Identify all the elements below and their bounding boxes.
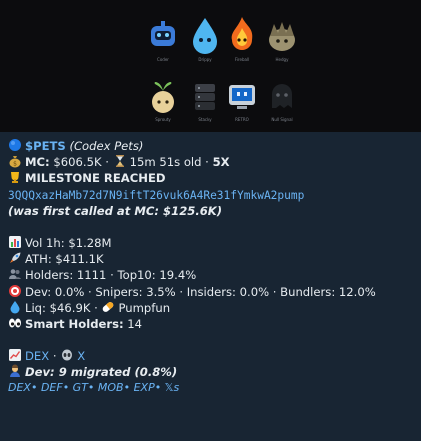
- robot-icon: [143, 16, 183, 56]
- ticker-link[interactable]: $PETS: [25, 139, 66, 153]
- token-age: 15m 51s old: [129, 155, 202, 170]
- pet-label: Fireball: [234, 57, 250, 62]
- pet-label: Hedgy: [275, 57, 289, 62]
- bar-chart-icon: [8, 235, 22, 249]
- money-bag-icon: $: [8, 154, 22, 168]
- volume-text: Vol 1h: $1.28M: [25, 235, 112, 250]
- target-icon: [8, 284, 22, 298]
- dev-migrated-line: Dev: 9 migrated (0.8%): [8, 364, 413, 380]
- ghost-icon: [262, 76, 302, 116]
- pets-banner-image[interactable]: Coder Drippy Fireball Hedgy Sprouty Stac…: [0, 0, 421, 132]
- eyes-icon: [8, 316, 22, 330]
- contract-address[interactable]: 3QQQxazHaMb72d7N9iftT26vuk6A4Re31fYmkwA2…: [8, 189, 304, 202]
- x-link[interactable]: X: [77, 349, 85, 363]
- dex-link[interactable]: DEX: [25, 349, 49, 363]
- pet-label: Drippy: [198, 57, 212, 62]
- multiplier: 5X: [212, 155, 230, 170]
- chart-up-icon: [8, 348, 22, 362]
- smart-holders-value: 14: [127, 316, 143, 331]
- dev-stats-text: Dev: 0.0% · Snipers: 3.5% · Insiders: 0.…: [25, 284, 376, 299]
- developer-icon: [8, 364, 22, 378]
- holders-line: Holders: 1111 · Top10: 19.4%: [8, 267, 413, 283]
- message-bubble: Coder Drippy Fireball Hedgy Sprouty Stac…: [0, 0, 421, 441]
- first-called-line: (was first called at MC: $125.6K): [8, 203, 413, 219]
- token-name: (Codex Pets): [69, 139, 144, 153]
- token-title-line: $PETS (Codex Pets): [8, 138, 413, 154]
- pet-label: Coder: [157, 57, 169, 62]
- fire-icon: [222, 14, 262, 54]
- dev-stats-line: Dev: 0.0% · Snipers: 3.5% · Insiders: 0.…: [8, 284, 413, 300]
- address-line: 3QQQxazHaMb72d7N9iftT26vuk6A4Re31fYmkwA2…: [8, 187, 413, 203]
- blue-circle-icon: [8, 138, 22, 152]
- smart-holders-line: Smart Holders: 14: [8, 316, 413, 332]
- pet-label: RETRO: [235, 117, 249, 122]
- trophy-icon: [8, 170, 22, 184]
- platform-text: Pumpfun: [118, 300, 171, 315]
- hourglass-icon: [113, 154, 127, 168]
- svg-text:$: $: [13, 161, 17, 168]
- volume-line: Vol 1h: $1.28M: [8, 235, 413, 251]
- pet-label: Stacky: [198, 117, 212, 122]
- ath-text: ATH: $411.1K: [25, 252, 104, 267]
- message-text: $PETS (Codex Pets) $ MC: $606.5K · 15m 51…: [0, 132, 421, 441]
- server-stack-icon: [185, 76, 225, 116]
- smart-holders-label: Smart Holders:: [25, 316, 124, 331]
- mc-value: $606.5K: [53, 155, 102, 170]
- footer-links[interactable]: DEX• DEF• GT• MOB• EXP• 𝕏s: [8, 380, 413, 396]
- hedgehog-icon: [262, 16, 302, 56]
- pet-label: Sprouty: [155, 117, 171, 122]
- first-called-text: (was first called at MC: $125.6K): [8, 203, 223, 218]
- pill-icon: [101, 300, 115, 314]
- pet-label: Null Signal: [271, 117, 293, 122]
- links-line: DEX · X: [8, 348, 413, 364]
- liquidity-line: Liq: $46.9K · Pumpfun: [8, 300, 413, 316]
- milestone-text: MILESTONE REACHED: [25, 171, 166, 186]
- people-icon: [8, 267, 22, 281]
- seed-icon: [143, 76, 183, 116]
- rocket-icon: [8, 251, 22, 265]
- computer-icon: [222, 76, 262, 116]
- water-drop-icon: [185, 14, 225, 54]
- milestone-line: MILESTONE REACHED: [8, 170, 413, 186]
- mc-label: MC:: [25, 155, 50, 170]
- dev-migrated-text: Dev: 9 migrated (0.8%): [25, 365, 178, 380]
- holders-text: Holders: 1111 · Top10: 19.4%: [25, 268, 197, 283]
- liquidity-text: Liq: $46.9K ·: [25, 300, 98, 315]
- alien-icon: [60, 348, 74, 362]
- ath-line: ATH: $411.1K: [8, 251, 413, 267]
- droplet-icon: [8, 300, 22, 314]
- mc-line: $ MC: $606.5K · 15m 51s old · 5X: [8, 154, 413, 170]
